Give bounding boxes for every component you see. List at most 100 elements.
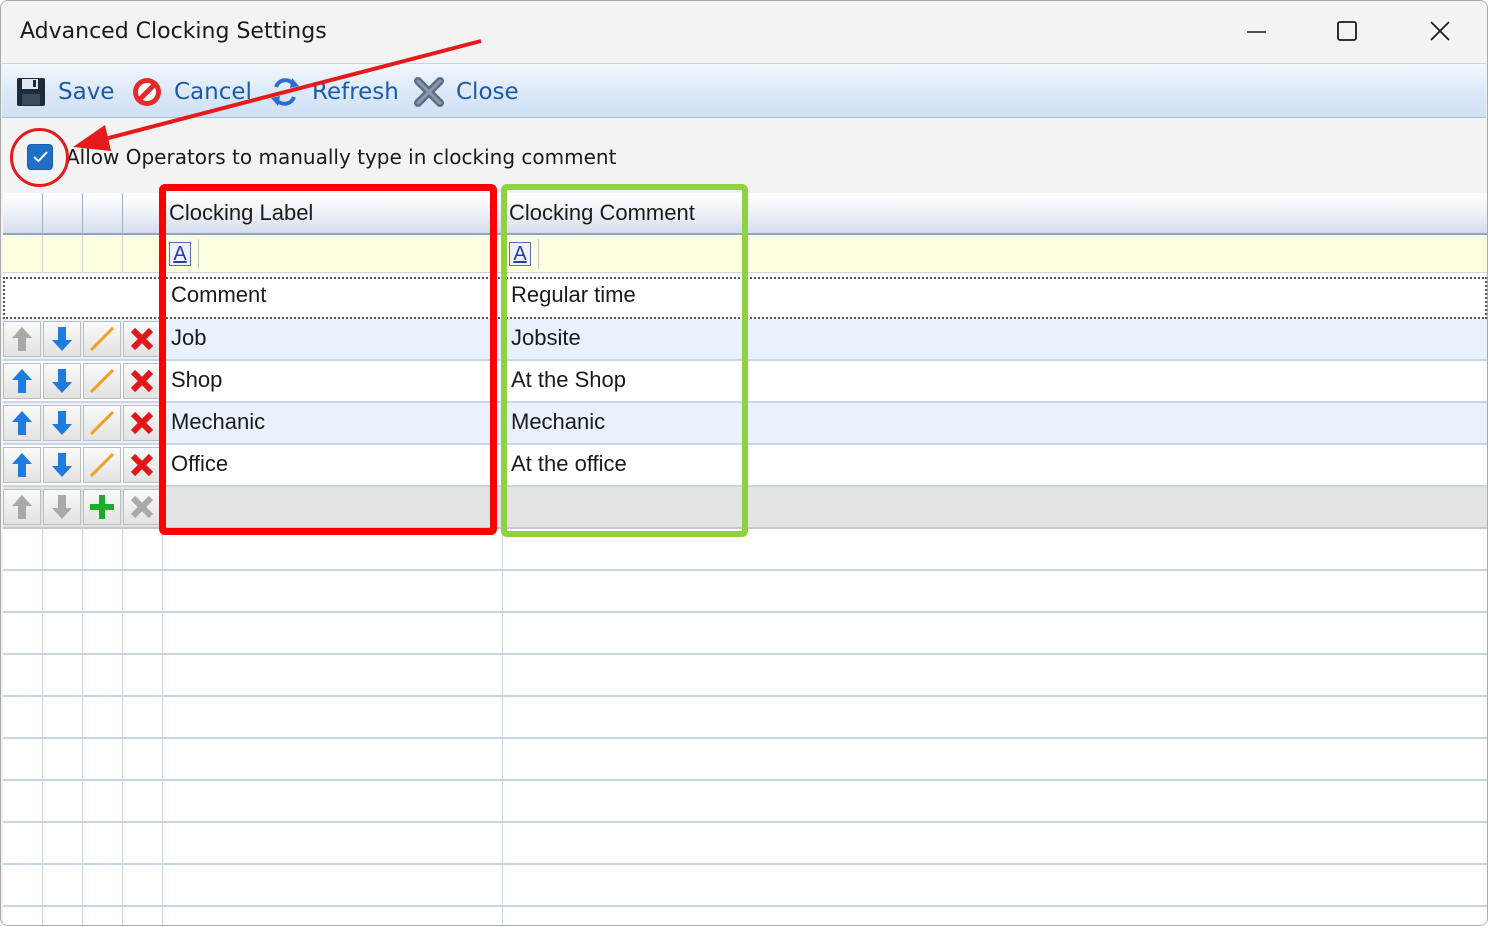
comment-cell[interactable] bbox=[503, 487, 747, 527]
empty-row bbox=[3, 529, 1487, 571]
delete-x-icon bbox=[130, 411, 154, 435]
cancel-icon bbox=[133, 78, 161, 106]
edit-row-button[interactable] bbox=[83, 363, 121, 399]
move-down-button[interactable] bbox=[43, 363, 81, 399]
pencil-icon bbox=[89, 368, 115, 394]
comment-cell[interactable]: Regular time bbox=[503, 279, 747, 317]
header-action-cell bbox=[83, 193, 123, 233]
comment-text: Regular time bbox=[511, 282, 636, 307]
empty-cell bbox=[3, 823, 43, 863]
delete-row-button[interactable] bbox=[123, 363, 161, 399]
empty-cell bbox=[163, 529, 503, 569]
edit-row-button[interactable] bbox=[83, 321, 121, 357]
move-up-button[interactable] bbox=[3, 321, 41, 357]
close-window-button[interactable] bbox=[1417, 11, 1463, 53]
table-row[interactable]: Office At the office bbox=[3, 445, 1487, 487]
allow-manual-comment-label[interactable]: Allow Operators to manually type in cloc… bbox=[66, 145, 616, 169]
refresh-button[interactable]: Refresh bbox=[268, 73, 399, 111]
empty-cell bbox=[3, 781, 43, 821]
empty-cell bbox=[83, 781, 123, 821]
close-icon bbox=[1430, 21, 1450, 41]
advanced-clocking-settings-window: Advanced Clocking Settings Save Cancel R… bbox=[0, 0, 1488, 926]
floppy-disk-icon bbox=[17, 78, 45, 106]
table-row[interactable]: Job Jobsite bbox=[3, 319, 1487, 361]
table-row[interactable]: Mechanic Mechanic bbox=[3, 403, 1487, 445]
arrow-up-icon bbox=[12, 327, 32, 351]
window-title: Advanced Clocking Settings bbox=[20, 19, 327, 44]
empty-cell bbox=[43, 907, 83, 925]
comment-text: Mechanic bbox=[511, 409, 606, 434]
move-up-button[interactable] bbox=[3, 363, 41, 399]
empty-cell bbox=[3, 865, 43, 905]
label-cell[interactable]: Comment bbox=[163, 279, 503, 317]
delete-row-button[interactable] bbox=[123, 447, 161, 483]
empty-row bbox=[3, 739, 1487, 781]
empty-cell bbox=[123, 571, 163, 611]
save-button[interactable]: Save bbox=[14, 73, 114, 111]
empty-cell bbox=[3, 655, 43, 695]
arrow-down-icon bbox=[52, 411, 72, 435]
filter-operator-icon[interactable]: A bbox=[509, 242, 531, 266]
move-down-button bbox=[43, 489, 81, 525]
add-row-button[interactable] bbox=[83, 489, 121, 525]
close-x-icon bbox=[414, 77, 444, 107]
empty-cell bbox=[43, 865, 83, 905]
filter-cell-clocking-comment[interactable]: A bbox=[503, 235, 747, 272]
comment-cell[interactable]: Mechanic bbox=[503, 403, 747, 443]
empty-cell bbox=[43, 655, 83, 695]
comment-cell[interactable]: At the office bbox=[503, 445, 747, 485]
refresh-icon bbox=[271, 78, 299, 106]
cancel-button[interactable]: Cancel bbox=[130, 73, 252, 111]
label-cell[interactable] bbox=[163, 487, 503, 527]
comment-cell[interactable]: Jobsite bbox=[503, 319, 747, 359]
edit-row-button[interactable] bbox=[83, 447, 121, 483]
column-header-clocking-comment[interactable]: Clocking Comment bbox=[503, 193, 747, 233]
empty-cell bbox=[43, 739, 83, 779]
arrow-up-icon bbox=[12, 453, 32, 477]
empty-cell bbox=[43, 571, 83, 611]
empty-cell bbox=[3, 529, 43, 569]
label-cell[interactable]: Mechanic bbox=[163, 403, 503, 443]
header-action-cell bbox=[123, 193, 163, 233]
pencil-icon bbox=[89, 326, 115, 352]
empty-cell bbox=[123, 781, 163, 821]
filter-operator-icon[interactable]: A bbox=[169, 242, 191, 266]
label-cell[interactable]: Job bbox=[163, 319, 503, 359]
empty-cell bbox=[43, 697, 83, 737]
delete-row-button[interactable] bbox=[123, 321, 161, 357]
filter-cell-clocking-label[interactable]: A bbox=[163, 235, 503, 272]
label-text: Job bbox=[171, 325, 207, 350]
delete-row-button[interactable] bbox=[123, 405, 161, 441]
table-row[interactable]: Shop At the Shop bbox=[3, 361, 1487, 403]
new-row[interactable] bbox=[3, 487, 1487, 529]
arrow-down-icon bbox=[52, 453, 72, 477]
label-cell[interactable]: Shop bbox=[163, 361, 503, 401]
close-button[interactable]: Close bbox=[412, 73, 519, 111]
move-down-button[interactable] bbox=[43, 321, 81, 357]
label-text: Mechanic bbox=[171, 409, 266, 434]
allow-manual-comment-checkbox[interactable] bbox=[27, 144, 53, 170]
empty-cell bbox=[83, 739, 123, 779]
empty-cell bbox=[83, 613, 123, 653]
column-header-clocking-label[interactable]: Clocking Label bbox=[163, 193, 503, 233]
grid-header: Clocking Label Clocking Comment bbox=[3, 193, 1487, 235]
minimize-icon bbox=[1247, 31, 1266, 33]
edit-row-button[interactable] bbox=[83, 405, 121, 441]
move-up-button[interactable] bbox=[3, 447, 41, 483]
empty-cell bbox=[83, 865, 123, 905]
move-down-button[interactable] bbox=[43, 405, 81, 441]
empty-cell bbox=[83, 655, 123, 695]
empty-cell bbox=[43, 529, 83, 569]
pencil-icon bbox=[89, 410, 115, 436]
move-up-button[interactable] bbox=[3, 405, 41, 441]
arrow-down-icon bbox=[52, 495, 72, 519]
checkmark-icon bbox=[33, 151, 48, 163]
minimize-button[interactable] bbox=[1233, 11, 1279, 53]
template-row[interactable]: Comment Regular time bbox=[3, 277, 1487, 319]
label-cell[interactable]: Office bbox=[163, 445, 503, 485]
move-down-button[interactable] bbox=[43, 447, 81, 483]
empty-cell bbox=[83, 571, 123, 611]
maximize-button[interactable] bbox=[1325, 11, 1371, 53]
comment-cell[interactable]: At the Shop bbox=[503, 361, 747, 401]
arrow-up-icon bbox=[12, 495, 32, 519]
